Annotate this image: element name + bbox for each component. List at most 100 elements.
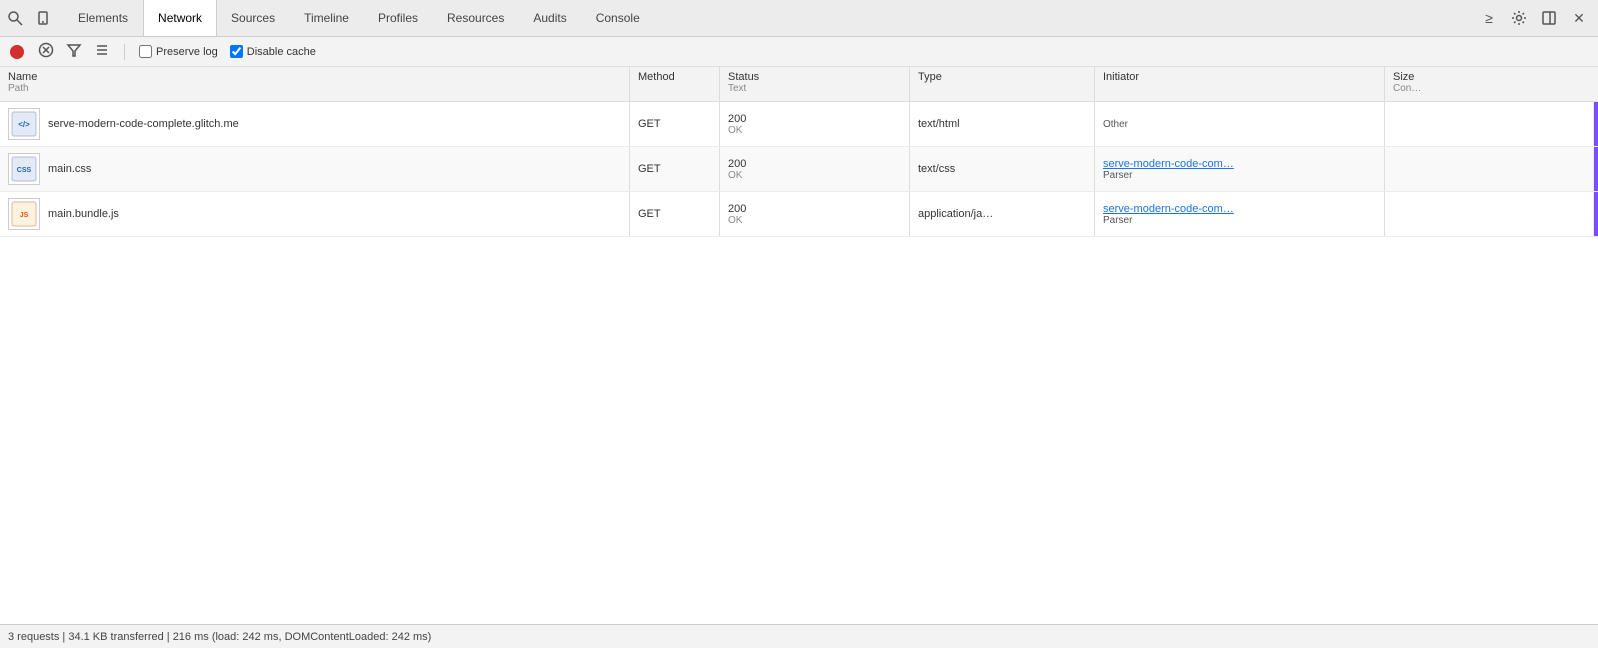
search-icon[interactable] [4,7,26,29]
cell-name-2: CSS main.css [0,147,630,191]
tab-console[interactable]: Console [582,0,655,36]
column-initiator-main: Initiator [1103,71,1376,83]
disable-cache-label[interactable]: Disable cache [230,45,316,58]
column-name-sub: Path [8,83,621,94]
column-header-type[interactable]: Type [910,67,1095,101]
column-size-sub: Con… [1393,83,1590,94]
tab-sources[interactable]: Sources [217,0,290,36]
row2-method: GET [638,163,661,175]
cell-size-2 [1385,147,1594,191]
column-status-main: Status [728,71,901,83]
row3-method: GET [638,208,661,220]
column-header-size[interactable]: Size Con… [1385,67,1598,101]
column-header-method[interactable]: Method [630,67,720,101]
preserve-log-text: Preserve log [156,46,218,58]
row2-type: text/css [918,163,955,175]
status-bar-text: 3 requests | 34.1 KB transferred | 216 m… [8,631,431,643]
cell-name-1: </> serve-modern-code-complete.glitch.me [0,102,630,146]
table-row[interactable]: JS main.bundle.js GET 200 OK application… [0,192,1598,237]
file-icon-css: CSS [8,153,40,185]
tab-profiles[interactable]: Profiles [364,0,433,36]
file-icon-js: JS [8,198,40,230]
table-row[interactable]: </> serve-modern-code-complete.glitch.me… [0,102,1598,147]
record-button[interactable] [8,43,26,61]
table-body: </> serve-modern-code-complete.glitch.me… [0,102,1598,624]
cell-type-2: text/css [910,147,1095,191]
cell-status-1: 200 OK [720,102,910,146]
row1-status-text: OK [728,125,742,136]
cell-initiator-1: Other [1095,102,1385,146]
cell-name-3: JS main.bundle.js [0,192,630,236]
row2-filename: main.css [48,163,91,175]
cell-type-1: text/html [910,102,1095,146]
table-row[interactable]: CSS main.css GET 200 OK text/css serve-m… [0,147,1598,192]
preserve-log-checkbox[interactable] [139,45,152,58]
cell-initiator-2: serve-modern-code-com… Parser [1095,147,1385,191]
close-icon[interactable]: ✕ [1568,7,1590,29]
file-icon-html: </> [8,108,40,140]
row1-method: GET [638,118,661,130]
column-header-initiator[interactable]: Initiator [1095,67,1385,101]
row3-status-code: 200 [728,203,746,215]
row2-initiator-sub: Parser [1103,170,1132,181]
row3-status-text: OK [728,215,742,226]
row3-type: application/ja… [918,208,993,220]
status-bar: 3 requests | 34.1 KB transferred | 216 m… [0,624,1598,648]
row2-status-text: OK [728,170,742,181]
tab-audits[interactable]: Audits [519,0,581,36]
top-nav: Elements Network Sources Timeline Profil… [0,0,1598,37]
cell-initiator-3: serve-modern-code-com… Parser [1095,192,1385,236]
row1-status-code: 200 [728,113,746,125]
disable-cache-checkbox[interactable] [230,45,243,58]
toolbar-divider [124,44,125,60]
side-marker-3 [1594,192,1598,236]
column-status-sub: Text [728,83,901,94]
row1-initiator: Other [1103,119,1128,130]
side-marker-1 [1594,102,1598,146]
cell-status-3: 200 OK [720,192,910,236]
tab-elements[interactable]: Elements [64,0,143,36]
cell-status-2: 200 OK [720,147,910,191]
console-prompt-icon[interactable]: ≥ [1478,7,1500,29]
svg-text:</>: </> [18,120,30,129]
row1-type: text/html [918,118,960,130]
cell-size-1 [1385,102,1594,146]
column-header-status[interactable]: Status Text [720,67,910,101]
svg-text:JS: JS [20,212,29,219]
column-type-main: Type [918,71,1086,83]
column-method-main: Method [638,71,711,83]
tab-timeline[interactable]: Timeline [290,0,364,36]
cell-method-2: GET [630,147,720,191]
settings-icon[interactable] [1508,7,1530,29]
row3-initiator-sub: Parser [1103,215,1132,226]
column-size-main: Size [1393,71,1590,83]
clear-button[interactable] [38,42,54,61]
svg-text:CSS: CSS [17,167,32,174]
dock-icon[interactable] [1538,7,1560,29]
cell-type-3: application/ja… [910,192,1095,236]
cell-method-1: GET [630,102,720,146]
preserve-log-label[interactable]: Preserve log [139,45,218,58]
record-indicator [10,45,24,59]
toolbar: Preserve log Disable cache [0,37,1598,67]
tab-resources[interactable]: Resources [433,0,519,36]
table-header: Name Path Method Status Text Type Initia… [0,67,1598,102]
top-nav-icons [4,7,64,29]
row2-status-code: 200 [728,158,746,170]
row2-initiator-link[interactable]: serve-modern-code-com… [1103,158,1234,170]
column-name-main: Name [8,71,621,83]
nav-right-icons: ≥ ✕ [1478,7,1594,29]
list-view-button[interactable] [94,42,110,61]
cell-size-3 [1385,192,1594,236]
nav-tabs: Elements Network Sources Timeline Profil… [64,0,655,36]
tab-network[interactable]: Network [143,0,217,36]
column-header-name[interactable]: Name Path [0,67,630,101]
disable-cache-text: Disable cache [247,46,316,58]
row1-filename: serve-modern-code-complete.glitch.me [48,118,239,130]
cell-method-3: GET [630,192,720,236]
filter-button[interactable] [66,42,82,61]
side-marker-2 [1594,147,1598,191]
row3-filename: main.bundle.js [48,208,119,220]
row3-initiator-link[interactable]: serve-modern-code-com… [1103,203,1234,215]
device-icon[interactable] [32,7,54,29]
